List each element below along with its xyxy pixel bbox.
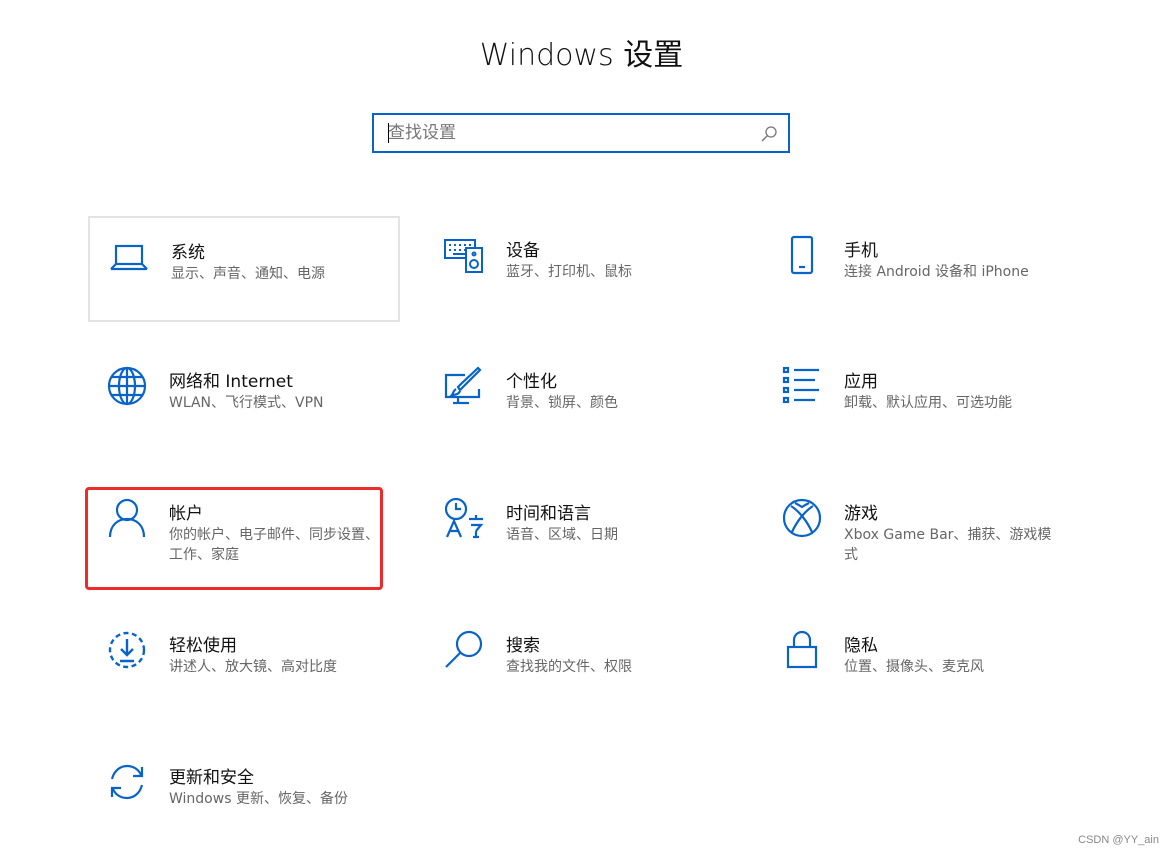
- laptop-icon: [108, 236, 150, 278]
- tile-description: 卸载、默认应用、可选功能: [844, 395, 1012, 411]
- tile-name: 时间和语言: [506, 504, 591, 524]
- keyboard-speaker-icon: [443, 234, 485, 276]
- tile-devices[interactable]: 设备 蓝牙、打印机、鼠标: [425, 216, 737, 322]
- tile-name: 应用: [844, 372, 878, 392]
- tile-name: 帐户: [169, 504, 203, 524]
- tile-description: Windows 更新、恢复、备份: [169, 791, 348, 807]
- tile-search[interactable]: 搜索 查找我的文件、权限: [425, 611, 737, 717]
- refresh-icon: [106, 761, 148, 803]
- person-icon: [106, 497, 148, 539]
- ease-of-access-icon: [106, 629, 148, 671]
- tile-description: 你的帐户、电子邮件、同步设置、工作、家庭: [169, 527, 379, 563]
- tile-update-security[interactable]: 更新和安全 Windows 更新、恢复、备份: [88, 743, 400, 849]
- magnifier-icon: [443, 629, 485, 671]
- tile-description: 语音、区域、日期: [506, 527, 618, 543]
- tile-accounts[interactable]: 帐户 你的帐户、电子邮件、同步设置、工作、家庭: [88, 479, 400, 585]
- phone-icon: [781, 234, 823, 276]
- tile-description: 连接 Android 设备和 iPhone: [844, 264, 1029, 280]
- tile-gaming[interactable]: 游戏 Xbox Game Bar、捕获、游戏模式: [763, 479, 1075, 585]
- tile-name: 轻松使用: [169, 636, 237, 656]
- tile-ease-of-access[interactable]: 轻松使用 讲述人、放大镜、高对比度: [88, 611, 400, 717]
- search-input[interactable]: [388, 115, 748, 151]
- tile-time-language[interactable]: 时间和语言 语音、区域、日期: [425, 479, 737, 585]
- clock-language-icon: [443, 497, 485, 539]
- tile-description: 查找我的文件、权限: [506, 659, 632, 675]
- tile-description: 蓝牙、打印机、鼠标: [506, 264, 632, 280]
- tile-phone[interactable]: 手机 连接 Android 设备和 iPhone: [763, 216, 1075, 322]
- tile-name: 搜索: [506, 636, 540, 656]
- tile-description: 位置、摄像头、麦克风: [844, 659, 984, 675]
- tile-system[interactable]: 系统 显示、声音、通知、电源: [88, 216, 400, 322]
- text-caret: [388, 123, 389, 143]
- page-title: Windows 设置: [479, 38, 684, 73]
- tile-description: 背景、锁屏、颜色: [506, 395, 618, 411]
- search-icon[interactable]: [760, 125, 778, 143]
- tile-description: WLAN、飞行模式、VPN: [169, 395, 324, 411]
- tile-name: 手机: [844, 241, 878, 261]
- xbox-icon: [781, 497, 823, 539]
- tile-description: 显示、声音、通知、电源: [171, 266, 325, 282]
- tile-privacy[interactable]: 隐私 位置、摄像头、麦克风: [763, 611, 1075, 717]
- tile-description: Xbox Game Bar、捕获、游戏模式: [844, 527, 1052, 563]
- tile-name: 网络和 Internet: [169, 372, 293, 392]
- tile-name: 设备: [506, 241, 540, 261]
- tile-name: 个性化: [506, 372, 557, 392]
- tile-name: 隐私: [844, 636, 878, 656]
- paintbrush-monitor-icon: [443, 365, 485, 407]
- search-box[interactable]: [372, 113, 790, 153]
- tile-name: 游戏: [844, 504, 878, 524]
- tile-description: 讲述人、放大镜、高对比度: [169, 659, 337, 675]
- globe-icon: [106, 365, 148, 407]
- tile-name: 更新和安全: [169, 768, 254, 788]
- tile-apps[interactable]: 应用 卸载、默认应用、可选功能: [763, 347, 1075, 453]
- tile-network[interactable]: 网络和 Internet WLAN、飞行模式、VPN: [88, 347, 400, 453]
- app-list-icon: [781, 365, 823, 407]
- tile-personalization[interactable]: 个性化 背景、锁屏、颜色: [425, 347, 737, 453]
- lock-icon: [781, 629, 823, 671]
- watermark: CSDN @YY_ain: [1078, 834, 1159, 846]
- tile-name: 系统: [171, 243, 205, 263]
